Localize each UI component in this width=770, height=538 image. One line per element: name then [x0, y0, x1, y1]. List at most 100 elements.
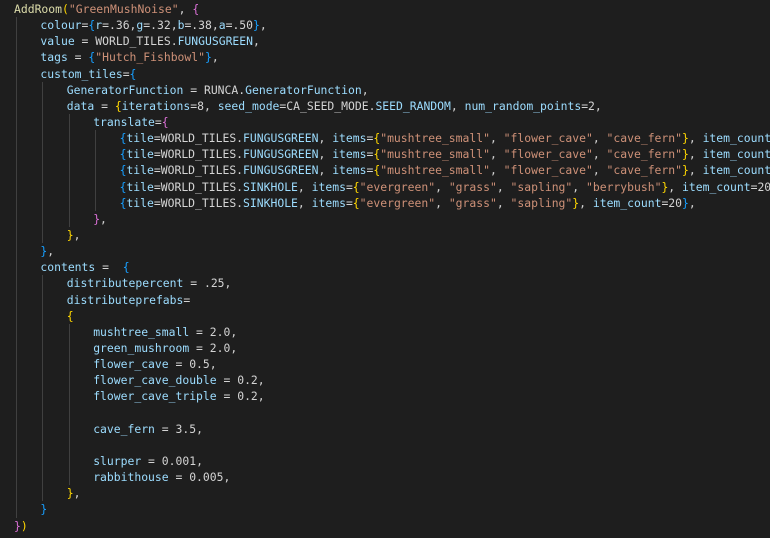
code-line[interactable]: GeneratorFunction = RUNCA.GeneratorFunct…	[0, 81, 770, 98]
code-token: a	[218, 18, 226, 33]
code-token: "sapling"	[510, 179, 573, 194]
code-token: ,	[592, 147, 607, 162]
code-line[interactable]: flower_cave_triple = 0.2,	[0, 388, 770, 405]
code-line[interactable]: value = WORLD_TILES.FUNGUSGREEN,	[0, 33, 770, 50]
code-token: =	[67, 50, 89, 65]
code-token: flower_cave	[93, 357, 169, 372]
code-editor[interactable]: AddRoom("GreenMushNoise", {colour={r=.36…	[0, 0, 770, 538]
code-line[interactable]: })	[0, 518, 770, 534]
code-token: "cave_fern"	[606, 131, 682, 146]
code-token: (	[62, 2, 69, 16]
code-token: "flower_cave"	[503, 131, 593, 146]
indent-guide	[16, 97, 17, 114]
code-line[interactable]	[0, 436, 770, 453]
indent-guide	[16, 194, 17, 211]
code-token: item_count	[702, 131, 770, 146]
indent-guide	[42, 404, 44, 421]
indent-guide	[16, 485, 17, 502]
code-line[interactable]: mushtree_small = 2.0,	[0, 323, 770, 340]
code-token: "evergreen"	[359, 179, 436, 194]
code-line[interactable]: {	[0, 307, 770, 324]
code-token: mushtree_small	[93, 324, 190, 339]
code-token: ,	[318, 147, 333, 162]
code-line[interactable]: contents = {	[0, 259, 770, 276]
code-line[interactable]: distributepercent = .25,	[0, 275, 770, 292]
code-line[interactable]: AddRoom("GreenMushNoise", {	[0, 1, 770, 17]
code-line[interactable]: {tile=WORLD_TILES.SINKHOLE, items={"ever…	[0, 194, 770, 211]
code-token: =	[95, 260, 123, 275]
code-token: ,	[688, 131, 703, 146]
code-token: =WORLD_TILES.	[153, 195, 244, 210]
code-line[interactable]: green_mushroom = 2.0,	[0, 339, 770, 357]
code-line[interactable]: {tile=WORLD_TILES.FUNGUSGREEN, items={"m…	[0, 162, 770, 179]
code-token: ,	[73, 486, 81, 501]
indent-guide	[68, 113, 70, 131]
code-token: =WORLD_TILES.	[153, 179, 244, 194]
code-token: item_count	[592, 195, 662, 210]
indent-guide	[95, 146, 97, 163]
code-line[interactable]: colour={r=.36,g=.32,b=.38,a=.50},	[0, 17, 770, 34]
indent-guide	[16, 275, 17, 292]
indent-guide	[16, 130, 17, 147]
indent-guide	[16, 339, 17, 357]
code-token: items	[311, 179, 346, 194]
code-token: tile	[126, 147, 154, 162]
code-line[interactable]: },	[0, 226, 770, 244]
code-line[interactable]: },	[0, 485, 770, 502]
code-token: ,	[489, 147, 504, 162]
code-token: = 2.0,	[189, 340, 238, 355]
indent-guide	[68, 162, 70, 179]
code-token: =WORLD_TILES.	[153, 147, 244, 162]
code-line[interactable]: custom_tiles={	[0, 65, 770, 82]
indent-guide	[95, 162, 97, 179]
code-line[interactable]: flower_cave_double = 0.2,	[0, 372, 770, 389]
code-line[interactable]: distributeprefabs=	[0, 291, 770, 308]
code-line[interactable]: slurper = 0.001,	[0, 452, 770, 470]
code-line[interactable]: flower_cave = 0.5,	[0, 356, 770, 373]
indent-guide	[95, 178, 97, 195]
indent-guide	[42, 307, 44, 324]
indent-guide	[68, 436, 70, 453]
code-line[interactable]: data = {iterations=8, seed_mode=CA_SEED_…	[0, 97, 770, 114]
code-token: =20	[750, 179, 770, 194]
code-token: distributeprefabs	[66, 292, 184, 307]
indent-guide	[68, 178, 70, 195]
code-token: "flower_cave"	[503, 163, 593, 178]
code-token: )	[20, 518, 28, 533]
code-token: =WORLD_TILES.	[153, 163, 244, 178]
code-line[interactable]: cave_fern = 3.5,	[0, 420, 770, 437]
code-line[interactable]: {tile=WORLD_TILES.FUNGUSGREEN, items={"m…	[0, 130, 770, 147]
code-token: value	[40, 34, 75, 49]
code-token: GeneratorFunction	[245, 82, 362, 97]
code-token: }	[205, 50, 212, 65]
code-line[interactable]: tags = {"Hutch_Fishbowl"},	[0, 49, 770, 66]
indent-guide	[42, 178, 44, 195]
indent-guide	[16, 81, 17, 98]
code-line[interactable]: translate={	[0, 113, 770, 131]
code-token: ,	[435, 195, 449, 210]
code-token: ,	[579, 195, 593, 210]
code-token: {	[352, 195, 360, 210]
code-line[interactable]: {tile=WORLD_TILES.SINKHOLE, items={"ever…	[0, 178, 770, 195]
code-token: ,	[47, 244, 55, 259]
code-line[interactable]: {tile=WORLD_TILES.FUNGUSGREEN, items={"m…	[0, 146, 770, 163]
code-token: ,	[297, 179, 312, 194]
code-token: "grass"	[448, 179, 497, 194]
code-token: ,	[178, 2, 193, 16]
code-token: "berrybush"	[586, 179, 662, 194]
code-token: = 3.5,	[154, 421, 203, 436]
indent-guide	[16, 243, 17, 260]
code-token: distributepercent	[66, 276, 184, 291]
indent-guide	[16, 17, 17, 34]
code-line[interactable]: rabbithouse = 0.005,	[0, 469, 770, 486]
code-token: ,	[73, 227, 81, 242]
code-token: GeneratorFunction	[66, 82, 184, 97]
code-line[interactable]	[0, 404, 770, 421]
code-token: =.50	[225, 18, 254, 33]
code-line[interactable]: }	[0, 501, 770, 518]
code-line[interactable]: },	[0, 210, 770, 227]
code-line[interactable]: },	[0, 243, 770, 260]
code-token: flower_cave_triple	[93, 389, 217, 404]
indent-guide	[42, 81, 44, 98]
code-token: = .25,	[183, 276, 232, 291]
